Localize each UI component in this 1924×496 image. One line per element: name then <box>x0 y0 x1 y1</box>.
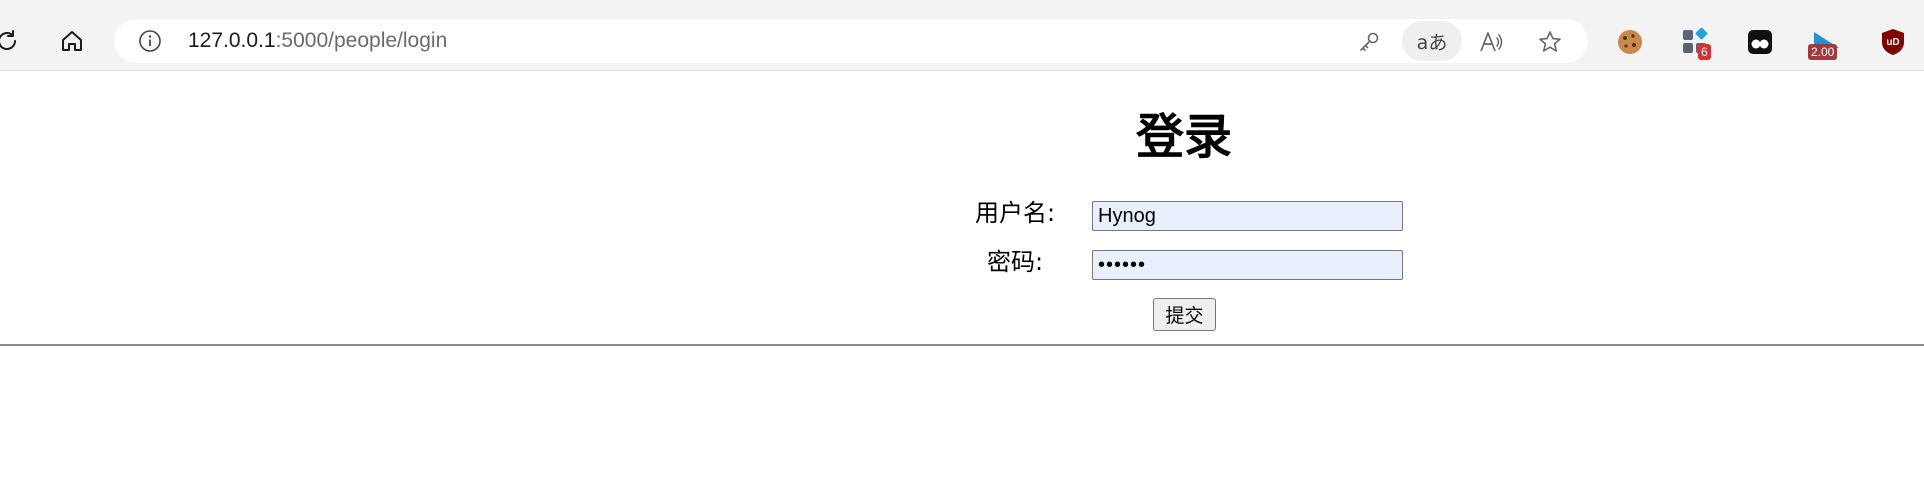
site-info-icon[interactable] <box>138 29 162 53</box>
tampermonkey-extension-icon[interactable] <box>1745 27 1775 57</box>
cookie-extension-icon[interactable] <box>1615 27 1645 57</box>
ublock-label: uD <box>1886 37 1899 48</box>
translate-button[interactable]: aあ <box>1402 21 1462 61</box>
ublock-extension-button[interactable]: uD <box>1878 27 1908 57</box>
refresh-icon <box>0 30 16 50</box>
url-text[interactable]: 127.0.0.1:5000/people/login <box>188 29 447 53</box>
username-input[interactable] <box>1092 201 1403 231</box>
favorite-star-icon[interactable] <box>1537 29 1563 55</box>
submit-button[interactable]: 提交 <box>1153 298 1216 331</box>
home-button[interactable] <box>54 23 90 59</box>
extension-count-badge: 6 <box>1698 44 1711 60</box>
horizontal-divider <box>0 344 1924 346</box>
home-icon <box>62 31 82 51</box>
refresh-button[interactable] <box>0 23 26 59</box>
ublock-shield-icon: uD <box>1882 29 1904 55</box>
address-bar[interactable]: 127.0.0.1:5000/people/login aあ <box>114 19 1588 63</box>
password-label: 密码: <box>987 248 1044 276</box>
read-aloud-icon[interactable] <box>1478 29 1504 55</box>
speed-badge: 2.00 <box>1808 44 1838 60</box>
key-icon[interactable] <box>1356 29 1382 55</box>
url-path: :5000/people/login <box>275 29 448 52</box>
video-speed-extension-button[interactable]: 2.00 <box>1808 27 1841 60</box>
username-label: 用户名: <box>975 199 1056 227</box>
browser-toolbar: 127.0.0.1:5000/people/login aあ 6 2.00 uD <box>0 0 1924 71</box>
grid-extension-button[interactable]: 6 <box>1680 27 1711 60</box>
url-host: 127.0.0.1 <box>188 29 276 52</box>
translate-icon: aあ <box>1416 31 1448 54</box>
page-title: 登录 <box>1135 109 1233 165</box>
password-input[interactable] <box>1092 250 1403 280</box>
page-content: 登录 用户名: 密码: 提交 <box>0 71 1924 496</box>
